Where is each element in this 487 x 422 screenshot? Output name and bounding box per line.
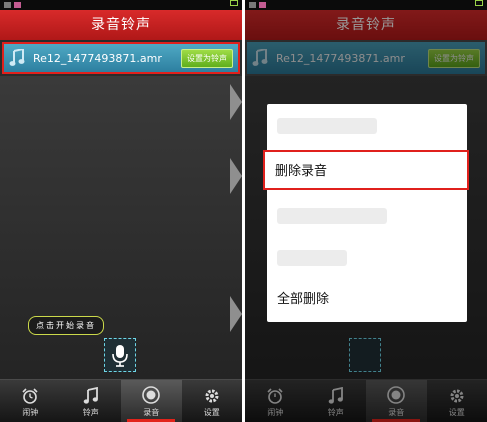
nav-label: 设置: [203, 408, 220, 417]
record-icon: [142, 386, 161, 404]
app-notification-icon: [14, 2, 21, 8]
nav-label: 设置: [448, 408, 465, 417]
page-title: 录音铃声: [245, 10, 487, 40]
nav-record: 录音: [366, 380, 427, 422]
nav-label: 录音: [143, 408, 160, 417]
obscured-menu-item: [277, 118, 377, 134]
status-right: [475, 0, 483, 6]
status-icons: [249, 2, 266, 8]
notification-icon: [4, 2, 11, 8]
bottom-navigation: 闹钟 铃声 录音 设置: [0, 379, 242, 422]
music-note-icon: [9, 49, 25, 66]
content-area: 点击开始录音: [0, 76, 242, 380]
battery-icon: [475, 0, 483, 6]
notification-icon: [249, 2, 256, 8]
status-right: [230, 0, 238, 6]
nav-label: 铃声: [82, 408, 99, 417]
screen-left: 录音铃声 点击开始录音 Re12_1477493871.amr 设置为铃声 闹钟…: [0, 0, 242, 422]
arrow-marker: [230, 84, 242, 120]
bottom-navigation: 闹钟 铃声 录音 设置: [245, 379, 487, 422]
record-button[interactable]: [104, 338, 136, 372]
page-title: 录音铃声: [0, 10, 242, 40]
status-icons: [4, 2, 21, 8]
file-name: Re12_1477493871.amr: [33, 51, 162, 65]
delete-all-menu-item[interactable]: 全部删除: [267, 280, 467, 320]
recording-file-row[interactable]: Re12_1477493871.amr 设置为铃声: [2, 42, 240, 74]
nav-settings[interactable]: 设置: [182, 380, 243, 422]
context-menu: 删除录音 全部删除: [263, 104, 469, 322]
nav-label: 闹钟: [267, 408, 284, 417]
nav-alarm: 闹钟: [245, 380, 306, 422]
nav-record[interactable]: 录音: [121, 380, 182, 422]
nav-label: 闹钟: [22, 408, 39, 417]
set-as-ringtone-button: 设置为铃声: [428, 48, 480, 68]
music-note-icon: [252, 49, 268, 66]
start-recording-hint: 点击开始录音: [28, 316, 104, 335]
status-bar: [0, 0, 242, 10]
arrow-marker: [230, 158, 242, 194]
music-note-icon: [83, 387, 98, 404]
nav-label: 铃声: [327, 408, 344, 417]
file-name: Re12_1477493871.amr: [276, 51, 405, 65]
music-note-icon: [328, 387, 343, 404]
comparison-screenshot: 录音铃声 点击开始录音 Re12_1477493871.amr 设置为铃声 闹钟…: [0, 0, 487, 422]
gear-icon: [205, 389, 219, 403]
alarm-clock-icon: [267, 388, 283, 404]
screen-right: 录音铃声 Re12_1477493871.amr 设置为铃声 闹钟 铃声 录音 …: [245, 0, 487, 422]
record-button: [349, 338, 381, 372]
battery-icon: [230, 0, 238, 6]
delete-recording-menu-item[interactable]: 删除录音: [263, 150, 469, 190]
microphone-icon: [112, 345, 128, 367]
app-notification-icon: [259, 2, 266, 8]
gear-icon: [450, 389, 464, 403]
nav-ringtone: 铃声: [306, 380, 367, 422]
nav-settings: 设置: [427, 380, 487, 422]
obscured-menu-item: [277, 208, 387, 224]
nav-alarm[interactable]: 闹钟: [0, 380, 61, 422]
nav-ringtone[interactable]: 铃声: [61, 380, 122, 422]
set-as-ringtone-button[interactable]: 设置为铃声: [181, 48, 233, 68]
obscured-menu-item: [277, 250, 347, 266]
record-icon: [387, 386, 406, 404]
nav-label: 录音: [388, 408, 405, 417]
status-bar: [245, 0, 487, 10]
recording-file-row: Re12_1477493871.amr 设置为铃声: [247, 42, 485, 74]
alarm-clock-icon: [22, 388, 38, 404]
arrow-marker: [230, 296, 242, 332]
